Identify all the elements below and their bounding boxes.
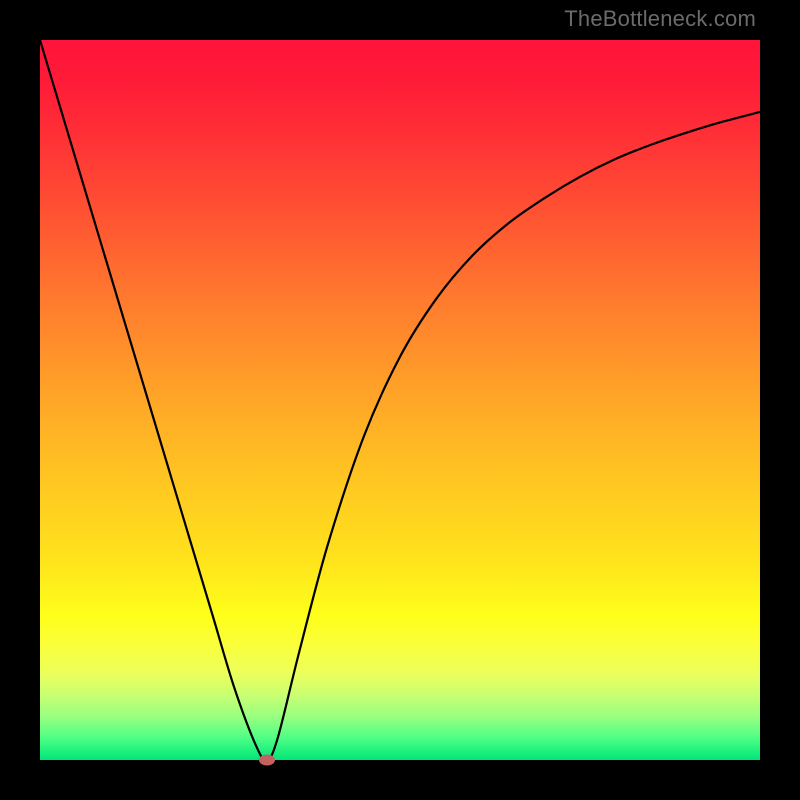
attribution-label: TheBottleneck.com — [564, 6, 756, 32]
minimum-marker — [259, 755, 275, 766]
curve-layer — [40, 40, 760, 760]
bottleneck-curve — [40, 40, 760, 760]
chart-frame: TheBottleneck.com — [0, 0, 800, 800]
plot-area — [40, 40, 760, 760]
